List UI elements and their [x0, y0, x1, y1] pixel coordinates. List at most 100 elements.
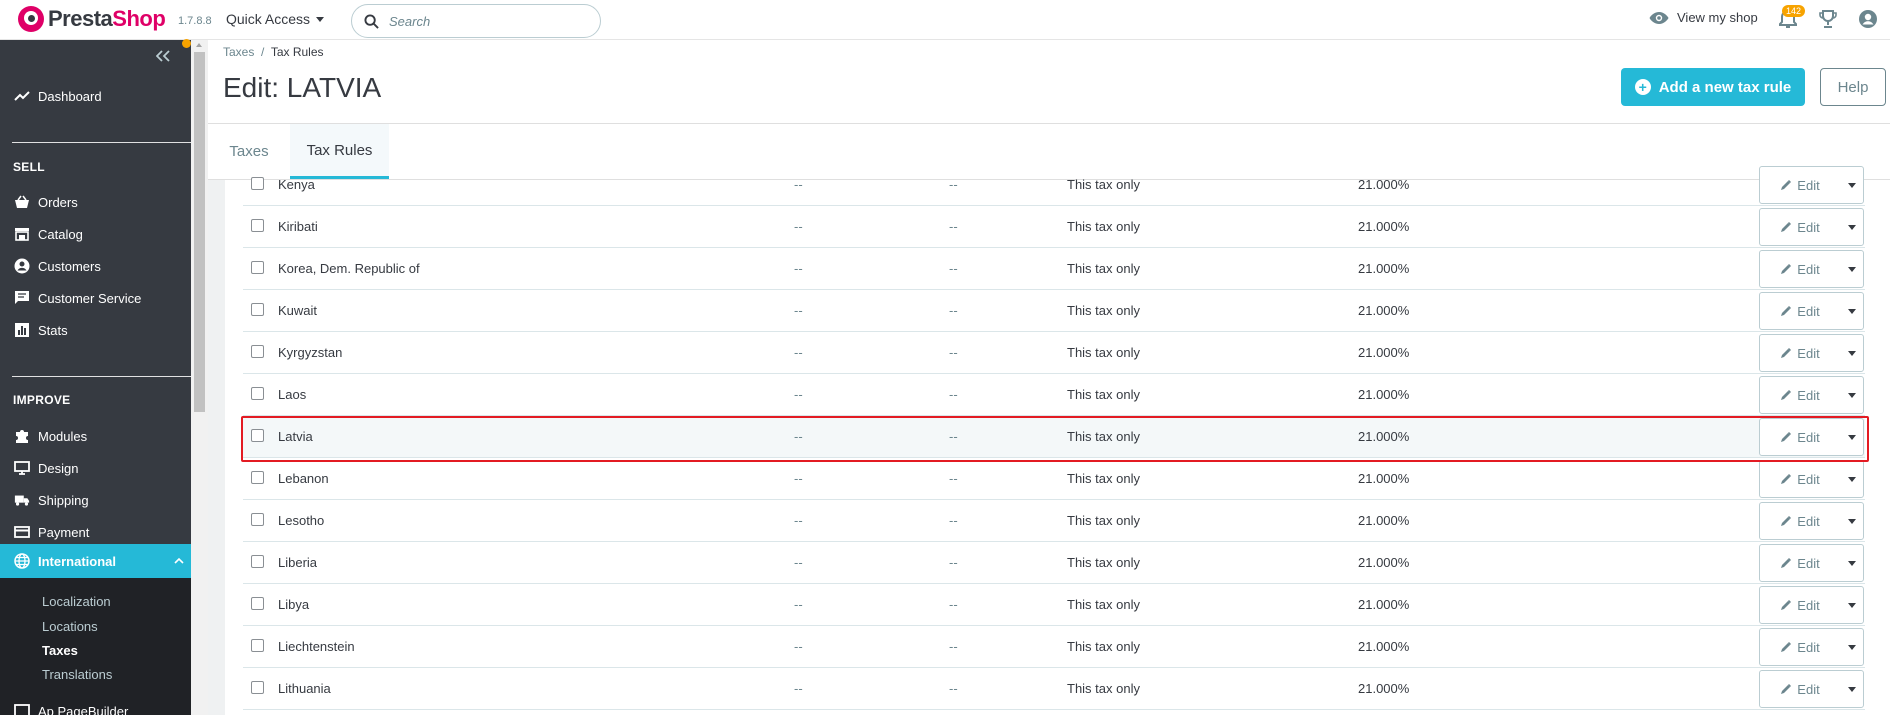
submenu-item-localization[interactable]: Localization [42, 594, 111, 609]
breadcrumb-taxes[interactable]: Taxes [223, 45, 254, 59]
trophy-button[interactable] [1818, 9, 1838, 29]
edit-button[interactable]: Edit [1760, 671, 1840, 707]
scroll-up-arrow-icon[interactable] [196, 43, 202, 47]
edit-label: Edit [1797, 639, 1820, 655]
sidebar-item-customers[interactable]: Customers [14, 258, 101, 274]
edit-button[interactable]: Edit [1760, 167, 1840, 203]
edit-button[interactable]: Edit [1760, 209, 1840, 245]
cell-tax: 21.000% [1358, 555, 1410, 570]
sidebar-item-payment[interactable]: Payment [14, 524, 89, 540]
edit-button[interactable]: Edit [1760, 335, 1840, 371]
scrollbar-thumb[interactable] [194, 52, 205, 412]
submenu-item-translations[interactable]: Translations [42, 667, 112, 682]
sidebar-item-ap-pagebuilder[interactable]: Ap PageBuilder [14, 703, 128, 715]
row-checkbox[interactable] [251, 219, 264, 232]
pencil-icon [1781, 683, 1792, 694]
row-checkbox[interactable] [251, 597, 264, 610]
user-account-button[interactable] [1858, 9, 1878, 29]
row-actions-dropdown[interactable] [1840, 251, 1863, 287]
row-actions-dropdown[interactable] [1840, 671, 1863, 707]
cell-behavior: This tax only [1067, 303, 1140, 318]
sidebar-label: Modules [38, 428, 88, 444]
edit-button[interactable]: Edit [1760, 461, 1840, 497]
pencil-icon [1781, 221, 1792, 232]
sidebar-item-design[interactable]: Design [14, 460, 78, 476]
edit-button[interactable]: Edit [1760, 503, 1840, 539]
row-checkbox[interactable] [251, 261, 264, 274]
row-checkbox[interactable] [251, 303, 264, 316]
sidebar-item-stats[interactable]: Stats [14, 322, 68, 338]
shopping-basket-icon [14, 194, 30, 210]
row-checkbox[interactable] [251, 513, 264, 526]
caret-down-icon [1847, 560, 1856, 566]
sidebar-label: Customer Service [38, 290, 142, 306]
pencil-icon [1781, 389, 1792, 400]
edit-button[interactable]: Edit [1760, 293, 1840, 329]
edit-label: Edit [1797, 555, 1820, 571]
row-actions-dropdown[interactable] [1840, 461, 1863, 497]
view-my-shop-link[interactable]: View my shop [1649, 10, 1758, 25]
top-header: PrestaShop 1.7.8.8 Quick Access Search V… [0, 0, 1890, 40]
row-actions-dropdown[interactable] [1840, 209, 1863, 245]
sidebar-label: Payment [38, 524, 90, 540]
edit-label: Edit [1797, 219, 1820, 235]
sidebar-item-orders[interactable]: Orders [14, 194, 78, 210]
cell-behavior: This tax only [1067, 471, 1140, 486]
add-tax-rule-button[interactable]: + Add a new tax rule [1621, 68, 1805, 106]
sidebar-label: Customers [38, 258, 101, 274]
sidebar-item-dashboard[interactable]: Dashboard [14, 88, 102, 104]
sidebar-label: Shipping [38, 492, 89, 508]
table-row: Lesotho -- -- This tax only 21.000% Edit [243, 500, 1865, 542]
row-checkbox[interactable] [251, 471, 264, 484]
edit-button[interactable]: Edit [1760, 377, 1840, 413]
sidebar-item-catalog[interactable]: Catalog [14, 226, 83, 242]
page-title: Edit: LATVIA [223, 72, 382, 103]
row-actions-dropdown[interactable] [1840, 503, 1863, 539]
row-actions-dropdown[interactable] [1840, 545, 1863, 581]
row-checkbox[interactable] [251, 639, 264, 652]
edit-button[interactable]: Edit [1760, 587, 1840, 623]
sidebar-item-modules[interactable]: Modules [14, 428, 87, 444]
cell-description: -- [949, 513, 958, 528]
sidebar-item-shipping[interactable]: Shipping [14, 492, 89, 508]
sidebar-label: Design [38, 460, 79, 476]
row-actions: Edit [1759, 544, 1864, 582]
search-input[interactable]: Search [351, 4, 601, 38]
row-actions-dropdown[interactable] [1840, 167, 1863, 203]
edit-label: Edit [1797, 261, 1820, 277]
cell-tax: 21.000% [1358, 513, 1410, 528]
row-actions-dropdown[interactable] [1840, 377, 1863, 413]
submenu-item-locations[interactable]: Locations [42, 619, 98, 634]
row-checkbox[interactable] [251, 555, 264, 568]
edit-button[interactable]: Edit [1760, 251, 1840, 287]
quick-access-dropdown[interactable]: Quick Access [226, 11, 325, 27]
sidebar-label: Dashboard [38, 88, 102, 104]
submenu-item-taxes[interactable]: Taxes [42, 643, 78, 658]
prestashop-logo[interactable]: PrestaShop [18, 6, 166, 32]
edit-button[interactable]: Edit [1760, 629, 1840, 665]
row-checkbox[interactable] [251, 345, 264, 358]
row-actions-dropdown[interactable] [1840, 335, 1863, 371]
collapse-sidebar-button[interactable] [156, 50, 170, 62]
table-row: Korea, Dem. Republic of -- -- This tax only… [243, 248, 1865, 290]
row-checkbox[interactable] [251, 681, 264, 694]
store-icon [14, 226, 30, 242]
help-button[interactable]: Help [1820, 68, 1886, 106]
cell-description: -- [949, 261, 958, 276]
cell-zip: -- [794, 681, 803, 696]
edit-button[interactable]: Edit [1760, 545, 1840, 581]
row-actions-dropdown[interactable] [1840, 293, 1863, 329]
sidebar-scrollbar[interactable] [191, 40, 208, 715]
row-actions: Edit [1759, 586, 1864, 624]
chat-icon [14, 290, 30, 306]
cell-zip: -- [794, 471, 803, 486]
row-actions: Edit [1759, 208, 1864, 246]
row-checkbox[interactable] [251, 387, 264, 400]
pencil-icon [1781, 641, 1792, 652]
table-row: Kiribati -- -- This tax only 21.000% Edit [243, 206, 1865, 248]
row-actions-dropdown[interactable] [1840, 587, 1863, 623]
pencil-icon [1781, 347, 1792, 358]
sidebar-item-customer-service[interactable]: Customer Service [14, 290, 141, 306]
row-checkbox[interactable] [251, 177, 264, 190]
row-actions-dropdown[interactable] [1840, 629, 1863, 665]
